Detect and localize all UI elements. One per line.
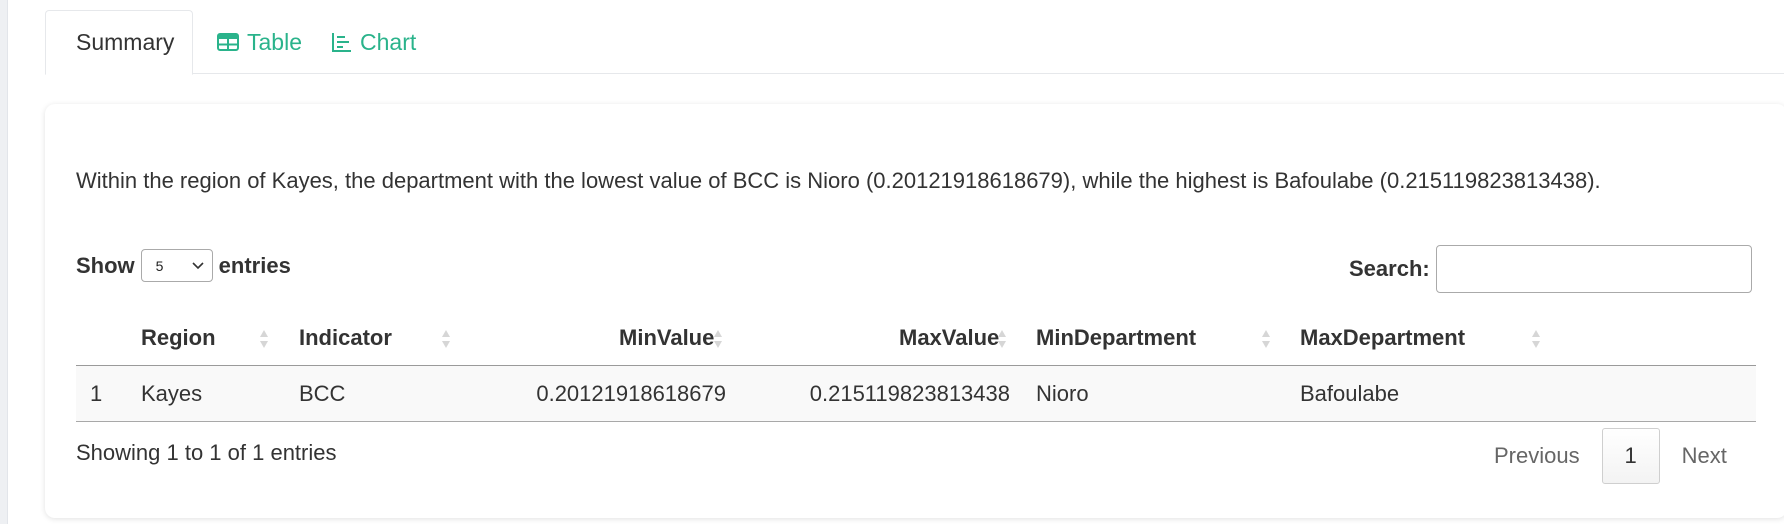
summary-text: Within the region of Kayes, the departme…: [76, 168, 1601, 193]
summary-card: Within the region of Kayes, the departme…: [45, 104, 1784, 518]
sort-icon: [714, 330, 722, 348]
show-label: Show: [76, 252, 135, 278]
table-info: Showing 1 to 1 of 1 entries: [76, 440, 337, 465]
cell-region: Kayes: [141, 381, 203, 406]
chart-icon: [332, 33, 351, 52]
left-rail: [0, 0, 8, 524]
cell-maxvalue: 0.215119823813438: [809, 381, 1010, 406]
sort-icon: [442, 330, 450, 348]
next-button[interactable]: Next: [1660, 428, 1749, 484]
column-header-label: MinDepartment: [1036, 325, 1197, 350]
cell-minvalue: 0.20121918618679: [536, 381, 726, 406]
table-icon: [217, 33, 239, 51]
page: Summary Table Chart Within the region of…: [8, 0, 1784, 524]
entries-select[interactable]: 5: [140, 249, 213, 282]
column-header-label: Indicator: [299, 325, 392, 350]
tab-summary-label: Summary: [76, 29, 175, 55]
cell-maxdepartment: Bafoulabe: [1300, 381, 1400, 406]
column-header-label: MaxDepartment: [1300, 325, 1466, 350]
search-input[interactable]: [1435, 245, 1752, 293]
tab-chart[interactable]: Chart: [310, 10, 438, 74]
table-row: 1 Kayes BCC 0.20121918618679 0.215119823…: [76, 366, 1756, 422]
column-header-minvalue[interactable]: MinValue: [619, 310, 714, 366]
sort-icon: [1532, 330, 1540, 348]
tab-table-label: Table: [247, 28, 302, 55]
sort-icon: [1262, 330, 1270, 348]
entries-label: entries: [218, 252, 291, 278]
chevron-down-icon: [192, 261, 204, 269]
search-control: Search:: [1349, 245, 1752, 293]
column-header-label: MaxValue: [899, 325, 1000, 350]
table-header: Region Indicator MinValue MaxValue MinDe…: [76, 310, 1756, 366]
column-header-maxvalue[interactable]: MaxValue: [899, 310, 999, 366]
entries-select-value: 5: [155, 257, 164, 274]
cell-mindepartment: Nioro: [1036, 381, 1089, 406]
data-table: Region Indicator MinValue MaxValue MinDe…: [76, 310, 1756, 422]
tab-table[interactable]: Table: [195, 10, 324, 74]
column-header-maxdepartment[interactable]: MaxDepartment: [1300, 310, 1465, 366]
column-header-indicator[interactable]: Indicator: [299, 310, 392, 366]
column-header-label: Region: [141, 325, 216, 350]
column-header-mindepartment[interactable]: MinDepartment: [1036, 310, 1196, 366]
length-control: Show 5 entries: [76, 249, 291, 282]
pagination: Previous 1 Next: [1472, 428, 1749, 484]
column-header-label: MinValue: [619, 325, 715, 350]
page-1-button[interactable]: 1: [1601, 428, 1660, 484]
sort-icon: [998, 330, 1006, 348]
tab-chart-label: Chart: [360, 28, 417, 55]
tab-bar: Summary Table Chart: [45, 10, 1784, 75]
row-index: 1: [90, 381, 103, 406]
previous-button[interactable]: Previous: [1472, 428, 1602, 484]
sort-icon: [260, 330, 268, 348]
tab-summary[interactable]: Summary: [45, 10, 193, 75]
search-label: Search:: [1349, 256, 1430, 281]
cell-indicator: BCC: [299, 381, 346, 406]
column-header-region[interactable]: Region: [141, 310, 216, 366]
